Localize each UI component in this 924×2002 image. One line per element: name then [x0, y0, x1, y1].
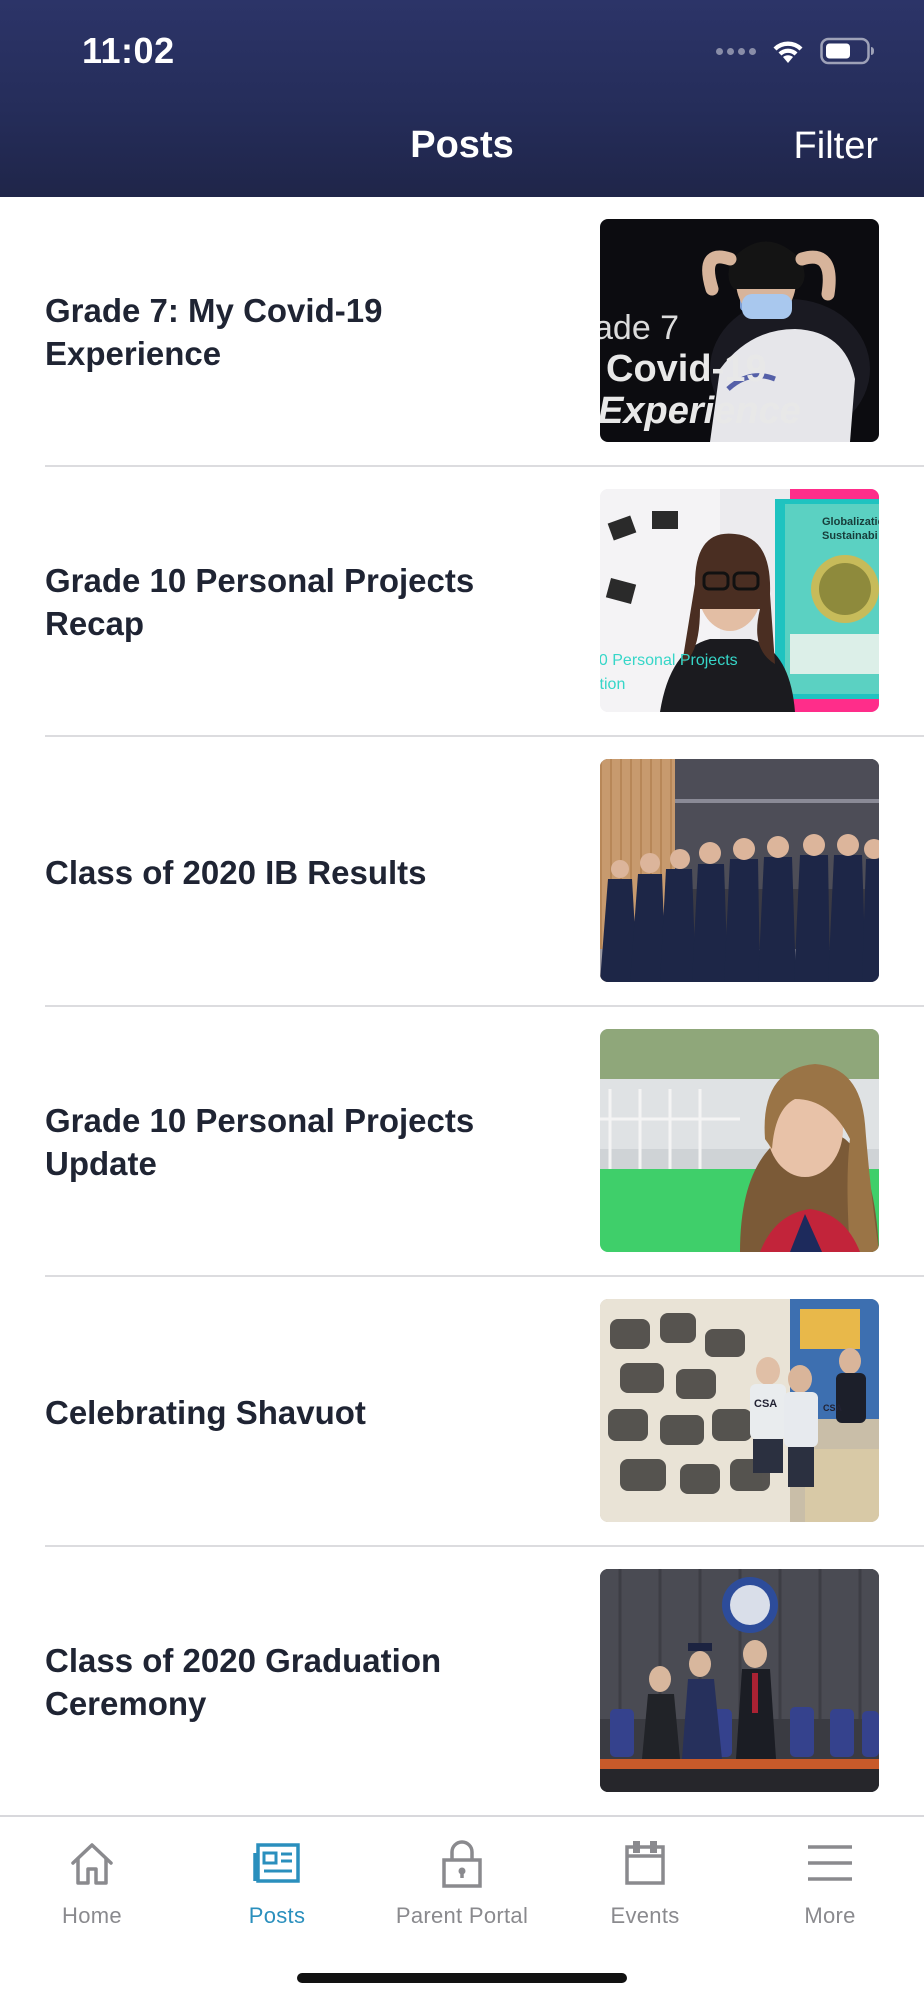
lock-icon [440, 1837, 484, 1889]
post-title-line: Ceremony [45, 1685, 207, 1722]
posts-list: Grade 7: My Covid-19 Experience ade 7 Co… [0, 197, 924, 1817]
posts-icon [253, 1837, 301, 1889]
post-thumbnail [600, 1029, 879, 1252]
post-title-line: Update [45, 1145, 157, 1182]
tab-events[interactable]: Events [553, 1837, 737, 1947]
thumb-text: CSA [823, 1403, 843, 1413]
cellular-signal-icon [716, 47, 756, 55]
post-thumbnail: CSA CSA [600, 1299, 879, 1522]
post-item[interactable]: Class of 2020 Graduation Ceremony [0, 1547, 924, 1817]
status-icons [716, 34, 876, 68]
post-item[interactable]: Grade 10 Personal Projects Recap Globali… [0, 467, 924, 737]
tab-more[interactable]: More [738, 1837, 922, 1947]
post-thumbnail [600, 759, 879, 982]
wifi-icon [770, 37, 806, 65]
filter-button[interactable]: Filter [794, 125, 878, 168]
post-title-line: Experience [45, 335, 222, 372]
post-item[interactable]: Grade 10 Personal Projects Update [0, 1007, 924, 1277]
home-indicator[interactable] [297, 1973, 627, 1983]
tab-parent-portal[interactable]: Parent Portal [370, 1837, 554, 1947]
post-item[interactable]: Class of 2020 IB Results [0, 737, 924, 1007]
thumb-text: ition [600, 676, 625, 693]
thumb-text: Globalization [822, 516, 879, 528]
thumb-text: ade 7 [600, 309, 679, 347]
tab-label: Events [610, 1903, 680, 1928]
post-thumbnail: Globalization Sustainabi 10 Personal Pro… [600, 489, 879, 712]
thumb-text: Sustainabi [822, 530, 878, 542]
post-title-line: Grade 7: My Covid-19 [45, 292, 383, 329]
tab-posts[interactable]: Posts [185, 1837, 369, 1947]
post-title-line: Celebrating Shavuot [45, 1393, 366, 1431]
post-title: Grade 10 Personal Projects Recap [45, 467, 545, 737]
post-title: Grade 10 Personal Projects Update [45, 1007, 545, 1277]
post-title-line: Recap [45, 605, 145, 642]
post-title-line: Grade 10 Personal Projects [45, 562, 475, 599]
post-thumbnail [600, 1569, 879, 1792]
tab-label: Posts [248, 1903, 306, 1928]
post-title: Grade 7: My Covid-19 Experience [45, 197, 545, 467]
page-title: Posts [410, 124, 514, 166]
menu-icon [806, 1837, 854, 1889]
post-title-line: Class of 2020 IB Results [45, 853, 427, 891]
thumb-text: Experience [600, 390, 801, 432]
calendar-icon [623, 1837, 667, 1889]
thumb-text: 10 Personal Projects [600, 652, 738, 669]
post-title: Celebrating Shavuot [45, 1277, 545, 1547]
post-title-line: Class of 2020 Graduation [45, 1642, 442, 1679]
tab-home[interactable]: Home [0, 1837, 184, 1947]
tab-label: More [804, 1903, 856, 1928]
battery-icon [820, 37, 876, 65]
post-title: Class of 2020 Graduation Ceremony [45, 1547, 545, 1817]
tab-label: Home [62, 1903, 122, 1928]
post-item[interactable]: Grade 7: My Covid-19 Experience ade 7 Co… [0, 197, 924, 467]
post-title-line: Grade 10 Personal Projects [45, 1102, 475, 1139]
tab-label: Parent Portal [395, 1903, 529, 1928]
thumb-text: CSA [754, 1398, 777, 1410]
post-item[interactable]: Celebrating Shavuot CSA CSA [0, 1277, 924, 1547]
status-time: 11:02 [82, 30, 175, 71]
post-thumbnail: ade 7 Covid-19 Experience [600, 219, 879, 442]
nav-header: 11:02 Posts Filter [0, 0, 924, 197]
post-title: Class of 2020 IB Results [45, 737, 545, 1007]
home-icon [68, 1837, 116, 1889]
thumb-text: Covid-19 [606, 348, 766, 390]
